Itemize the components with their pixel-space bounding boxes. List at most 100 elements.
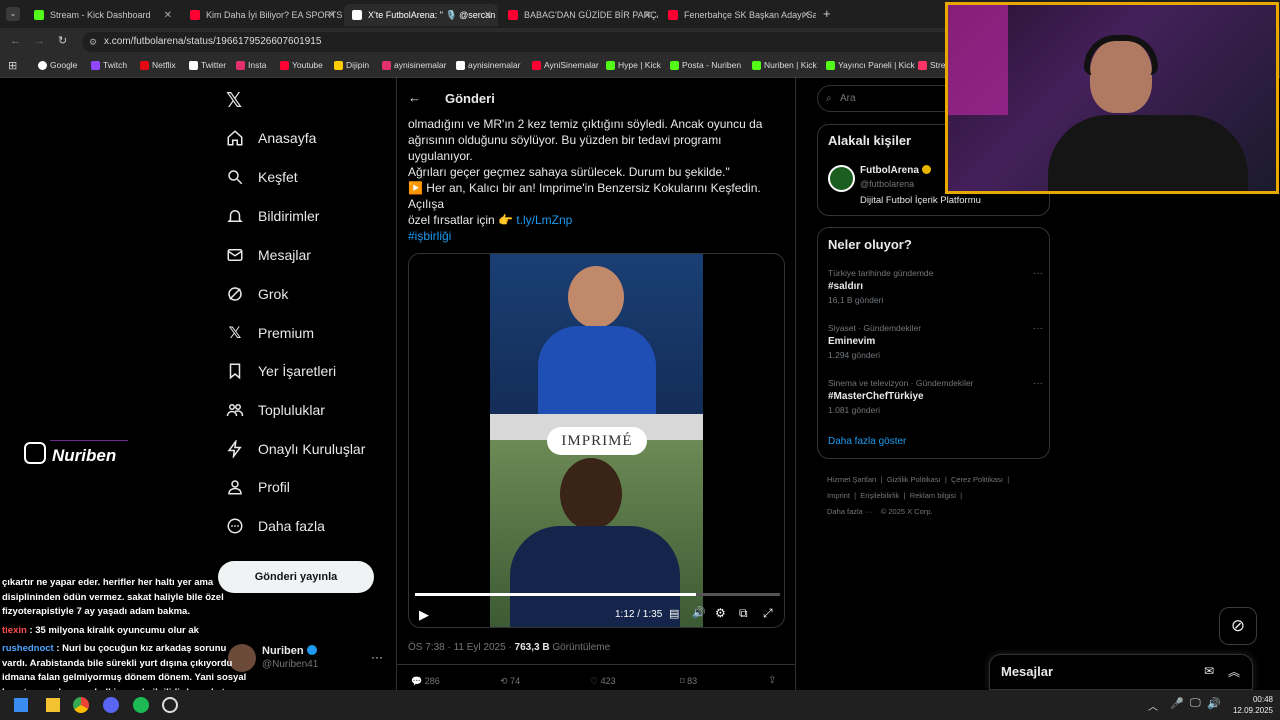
nav-profile[interactable]: Profil [226,478,290,496]
settings-gear-icon[interactable]: ⚙ [715,606,726,620]
bookmark-stre[interactable]: Stre [918,60,946,70]
webcam-overlay [945,2,1279,194]
play-icon[interactable]: ▶ [419,607,429,623]
tab-youtube-ea[interactable]: Kim Daha İyi Biliyor? EA SPORTS ✕ [182,4,342,26]
clock[interactable]: 00:48 12.09.2025 [1229,694,1273,716]
new-tab-icon[interactable]: + [823,6,831,21]
bookmark-netflix[interactable]: Netflix [140,60,176,70]
bookmark-twitter[interactable]: Twitter [189,60,226,70]
post-button[interactable]: Gönderi yayınla [218,561,374,593]
bookmark-yayinci-paneli[interactable]: Yayıncı Paneli | Kick [826,60,915,70]
back-arrow-icon[interactable]: ← [408,90,421,105]
bookmark-posta[interactable]: Posta - Nuriben [670,60,741,70]
site-info-icon[interactable]: ⚙ [89,32,97,52]
related-name[interactable]: FutbolArena [860,165,931,176]
bookmark-aynisinemalar-2[interactable]: aynisinemalar [456,60,520,70]
expand-up-icon[interactable]: ︽ [1228,663,1240,680]
bookmark-hype-kick[interactable]: Hype | Kick [606,60,661,70]
bookmark-twitch[interactable]: Twitch [91,60,127,70]
tray-chevron-icon[interactable]: ︿ [1148,698,1158,713]
hashtag-link[interactable]: #işbirliği [408,228,451,244]
divider [396,664,796,665]
chat-message: çıkartır ne yapar eder. herifler her hal… [2,576,213,590]
forward-icon[interactable]: → [34,35,45,47]
trend-more-icon[interactable]: ··· [1033,268,1043,279]
reload-icon[interactable]: ↻ [58,34,67,47]
nav-messages[interactable]: Mesajlar [226,246,311,264]
repost-button[interactable]: ⟲ 74 [500,676,520,687]
nav-verified-orgs[interactable]: Onaylı Kuruluşlar [226,440,365,458]
like-button[interactable]: ♡ 423 [590,676,616,687]
obs-icon[interactable] [162,697,178,713]
discord-icon[interactable] [103,697,119,713]
back-icon[interactable]: ← [10,35,21,47]
close-tab-icon[interactable]: ✕ [802,10,810,21]
file-explorer-icon[interactable] [46,698,60,712]
kick-icon [606,60,615,70]
reply-button[interactable]: 💬 286 [411,676,440,687]
url-field[interactable]: ⚙ x.com/futbolarena/status/19661795266076… [82,32,952,52]
windows-start-icon[interactable] [14,698,28,712]
gold-verified-icon [921,165,931,174]
nav-home[interactable]: Anasayfa [226,129,316,147]
account-menu-icon[interactable]: ··· [371,650,383,664]
bookmark-button[interactable]: ⌑ 83 [680,676,697,687]
trend-item[interactable]: Türkiye tarihinde gündemde #saldırı 16,1… [828,268,1043,305]
messages-drawer[interactable]: Mesajlar ✉ ︽ [989,654,1253,690]
grok-float-icon[interactable]: ⊘ [1219,607,1257,645]
tab-fenerbahce[interactable]: Fenerbahçe SK Başkan Adayı Sa ✕ [660,4,816,26]
nav-communities[interactable]: Topluluklar [226,401,325,419]
bookmark-nuriben-kick[interactable]: Nuriben | Kick [752,60,817,70]
compose-message-icon[interactable]: ✉ [1204,664,1214,678]
search-input[interactable]: ⌕ Ara [817,85,957,112]
apps-grid-icon[interactable]: ⊞ [8,59,17,72]
tab-babag[interactable]: BABAG'DAN GÜZİDE BİR PARÇA ✕ [500,4,658,26]
chrome-icon[interactable] [73,697,89,713]
share-icon[interactable]: ⇪ [768,675,776,686]
futbolarena-avatar[interactable] [828,165,855,192]
nav-notifications[interactable]: Bildirimler [226,207,319,225]
trend-item[interactable]: Siyaset · Gündemdekiler Eminevim 1.294 g… [828,323,1043,360]
kick-icon [826,60,835,70]
show-more-link[interactable]: Daha fazla göster [828,436,906,447]
bookmark-aynisinemalar-3[interactable]: AyniSinemalar [532,60,599,70]
tab-search-icon[interactable]: ⌄ [6,7,20,21]
tab-x-futbolarena[interactable]: X'te FutbolArena: " 🎙️ @sercan ✕ [344,4,498,26]
trend-more-icon[interactable]: ··· [1033,378,1043,389]
spotify-icon[interactable] [133,697,149,713]
nav-premium[interactable]: 𝕏 Premium [226,323,314,343]
nav-bookmarks[interactable]: Yer İşaretleri [226,362,336,380]
chat-username: rushednoct [2,643,54,654]
account-name: Nuriben [262,645,317,657]
nav-more[interactable]: Daha fazla [226,517,325,535]
chat-username: tiexin [2,624,27,636]
pip-icon[interactable]: ⧉ [739,606,748,621]
captions-icon[interactable]: ▤ [669,607,679,620]
close-tab-icon[interactable]: ✕ [484,10,492,21]
fullscreen-icon[interactable]: ⤢ [763,606,773,621]
video-progress-fill [415,593,697,596]
bookmark-youtube[interactable]: Youtube [280,60,323,70]
close-tab-icon[interactable]: ✕ [164,10,172,21]
bookmark-dijipin[interactable]: Dijipin [334,60,369,70]
bookmark-aynisinemalar-1[interactable]: aynisinemalar [382,60,446,70]
bookmark-google[interactable]: Google [38,60,77,70]
nav-explore[interactable]: Keşfet [226,168,298,186]
close-tab-icon[interactable]: ✕ [328,10,336,21]
trend-item[interactable]: Sinema ve televizyon · Gündemdekiler #Ma… [828,378,1043,415]
tab-kick-dashboard[interactable]: Stream - Kick Dashboard ✕ [26,4,178,26]
monitor-icon[interactable]: 🖵 [1190,697,1201,710]
microphone-icon[interactable]: 🎤 [1170,697,1184,710]
bookmark-icon: ⌑ [680,676,685,686]
video-player[interactable]: IMPRIMÉ ▶ 1:12 / 1:35 ▤ 🔊 ⚙ ⧉ ⤢ [408,253,785,628]
video-progress-track[interactable] [415,593,780,596]
x-logo-icon[interactable]: 𝕏 [226,88,242,113]
volume-icon[interactable]: 🔊 [1207,697,1221,710]
volume-icon[interactable]: 🔊 [692,606,706,619]
promo-link[interactable]: t.ly/LmZnp [516,213,572,227]
trend-more-icon[interactable]: ··· [1033,323,1043,334]
twitch-icon [91,60,100,70]
bookmark-insta[interactable]: Insta [236,60,266,70]
nav-grok[interactable]: Grok [226,285,288,303]
close-tab-icon[interactable]: ✕ [644,10,652,21]
